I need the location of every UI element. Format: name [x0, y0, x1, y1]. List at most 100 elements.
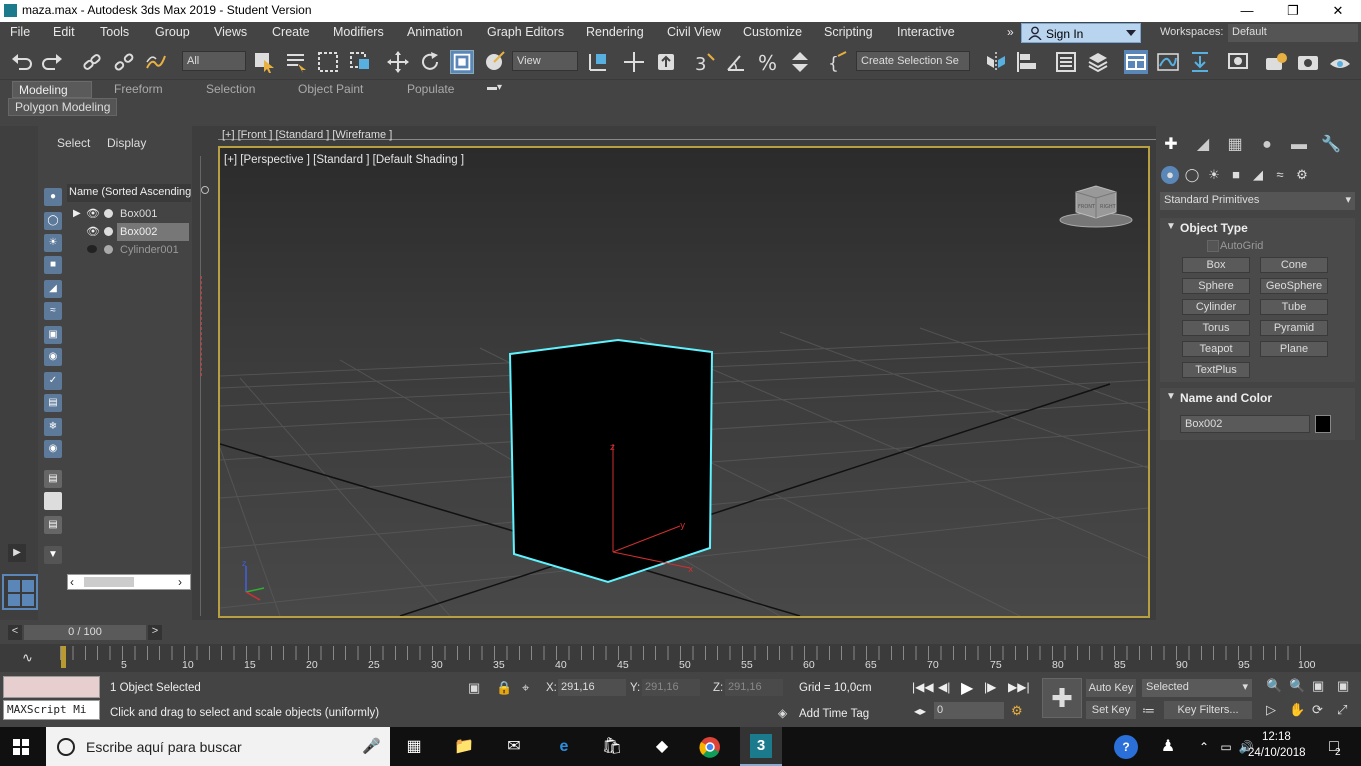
notifications-icon[interactable]: □ — [1322, 735, 1346, 759]
explorer-row-selected[interactable]: 👁 Box002 — [67, 223, 191, 241]
named-selection-icon[interactable]: { — [826, 50, 850, 74]
select-object-icon[interactable] — [252, 50, 276, 74]
isolate-selection-icon[interactable]: ▣ — [468, 680, 480, 696]
unity-icon[interactable]: ◆ — [650, 735, 674, 759]
motion-tab-icon[interactable]: ● — [1256, 134, 1278, 156]
menu-civil-view[interactable]: Civil View — [667, 25, 721, 39]
display-geometry-icon[interactable]: ● — [44, 188, 62, 206]
key-filter-toggle-icon[interactable]: ≔ — [1142, 703, 1155, 719]
snaps-toggle-icon[interactable]: 3 — [692, 50, 716, 74]
next-key-icon[interactable]: |▶ — [984, 680, 996, 694]
display-cameras-icon[interactable]: ■ — [44, 256, 62, 274]
goto-start-icon[interactable]: |◀◀ — [912, 680, 934, 694]
sign-in-button[interactable]: Sign In — [1021, 23, 1141, 43]
next-frame-icon[interactable]: > — [148, 625, 162, 640]
utilities-tab-icon[interactable]: 🔧 — [1320, 134, 1342, 156]
zoom-extents-icon[interactable]: ▣ — [1312, 678, 1324, 694]
perspective-viewport[interactable]: [+] [Perspective ] [Standard ] [Default … — [218, 146, 1150, 618]
pivot-center-icon[interactable] — [586, 50, 610, 74]
minimize-button[interactable]: — — [1224, 0, 1270, 22]
redo-icon[interactable] — [40, 50, 64, 74]
menu-edit[interactable]: Edit — [53, 25, 75, 39]
display-spacewarps-icon[interactable]: ≈ — [44, 302, 62, 320]
menu-customize[interactable]: Customize — [743, 25, 802, 39]
window-crossing-icon[interactable] — [348, 50, 372, 74]
pyramid-button[interactable]: Pyramid — [1260, 320, 1328, 336]
freeze-dot-icon[interactable] — [104, 209, 113, 218]
rotate-icon[interactable] — [418, 50, 442, 74]
visibility-eye-icon[interactable]: 👁 — [86, 207, 100, 220]
clock-date[interactable]: 24/10/2018 — [1248, 747, 1306, 759]
tab-freeform[interactable]: Freeform — [108, 81, 169, 98]
prev-key-icon[interactable]: ◀| — [938, 680, 950, 694]
fov-icon[interactable]: ▷ — [1266, 702, 1276, 718]
helpers-icon[interactable]: ◢ — [1249, 166, 1267, 184]
geometry-icon[interactable]: ● — [1161, 166, 1179, 184]
prev-frame-icon[interactable]: < — [8, 625, 22, 640]
reference-coord-dropdown[interactable]: View — [512, 51, 578, 71]
set-key-button[interactable]: Set Key — [1086, 701, 1136, 719]
windows-start-icon[interactable] — [13, 739, 29, 755]
teapot-button[interactable]: Teapot — [1182, 341, 1250, 357]
zoom-extents-all-icon[interactable]: ▣ — [1337, 678, 1349, 694]
menu-rendering[interactable]: Rendering — [586, 25, 644, 39]
filter-icon[interactable]: ▼ — [44, 546, 62, 564]
time-tag-icon[interactable]: ◈ — [778, 706, 787, 720]
current-frame-field[interactable]: 0 — [934, 702, 1004, 719]
render-setup-icon[interactable] — [1264, 50, 1288, 74]
freeze-dot-icon[interactable] — [104, 227, 113, 236]
explorer-tab-select[interactable]: Select — [57, 136, 90, 150]
display-frozen-icon[interactable]: ❄ — [44, 418, 62, 436]
show-hidden-icons-icon[interactable]: ⌃ — [1192, 735, 1216, 759]
add-time-tag[interactable]: Add Time Tag — [799, 708, 869, 720]
menu-tools[interactable]: Tools — [100, 25, 129, 39]
place-icon[interactable] — [482, 50, 506, 74]
restore-button[interactable]: ❐ — [1270, 0, 1316, 22]
box002-object[interactable] — [508, 338, 714, 584]
menu-file[interactable]: File — [10, 25, 30, 39]
geosphere-button[interactable]: GeoSphere — [1260, 278, 1328, 294]
time-slider-thumb[interactable]: 0 / 100 — [24, 625, 146, 640]
viewport-slider-knob[interactable] — [201, 186, 209, 194]
cone-button[interactable]: Cone — [1260, 257, 1328, 273]
display-tab-icon[interactable]: ▬ — [1288, 134, 1310, 156]
display-invert-icon[interactable]: ▤ — [44, 516, 62, 534]
pan-hand-icon[interactable]: ✋ — [1289, 702, 1305, 718]
hierarchy-tab-icon[interactable]: ▦ — [1224, 134, 1246, 156]
file-explorer-icon[interactable]: 📁 — [452, 735, 476, 759]
manipulate-icon[interactable] — [622, 50, 646, 74]
menu-scripting[interactable]: Scripting — [824, 25, 873, 39]
menu-create[interactable]: Create — [272, 25, 310, 39]
maxscript-listener-output[interactable] — [3, 676, 100, 698]
selection-filter-dropdown[interactable]: All — [182, 51, 246, 71]
shapes-icon[interactable]: ◯ — [1183, 166, 1201, 184]
object-color-swatch[interactable] — [1315, 415, 1331, 433]
tab-populate[interactable]: Populate — [401, 81, 460, 98]
angle-snap-icon[interactable] — [724, 50, 748, 74]
display-lights-icon[interactable]: ☀ — [44, 234, 62, 252]
explorer-row[interactable]: ▶ 👁 Box001 — [67, 205, 191, 223]
percent-snap-icon[interactable]: % — [756, 50, 780, 74]
rect-selection-icon[interactable] — [316, 50, 340, 74]
edge-browser-icon[interactable]: e — [552, 735, 576, 759]
freeze-dot-icon[interactable] — [104, 245, 113, 254]
tube-button[interactable]: Tube — [1260, 299, 1328, 315]
time-cursor[interactable] — [61, 646, 66, 668]
cameras-icon[interactable]: ■ — [1227, 166, 1245, 184]
taskbar-search[interactable]: Escribe aquí para buscar 🎤 — [46, 727, 390, 766]
help-icon[interactable]: ? — [1114, 735, 1138, 759]
lights-icon[interactable]: ☀ — [1205, 166, 1223, 184]
mirror-icon[interactable] — [984, 50, 1008, 74]
display-shapes-icon[interactable]: ◯ — [44, 212, 62, 230]
display-groups-icon[interactable]: ▣ — [44, 326, 62, 344]
display-bones-icon[interactable]: ✓ — [44, 372, 62, 390]
display-hidden-icon[interactable]: ◉ — [44, 440, 62, 458]
mail-icon[interactable]: ✉ — [502, 735, 526, 759]
orbit-icon[interactable]: ⟳ — [1312, 702, 1323, 718]
rollout-collapse-icon[interactable]: ▼ — [1166, 391, 1176, 402]
lock-selection-icon[interactable]: 🔒 — [496, 680, 512, 696]
absolute-mode-icon[interactable]: ⌖ — [522, 680, 529, 696]
key-set-dropdown[interactable]: Selected ▾ — [1142, 679, 1252, 697]
keyboard-shortcut-icon[interactable] — [654, 50, 678, 74]
scroll-left-icon[interactable]: ‹ — [70, 575, 74, 589]
